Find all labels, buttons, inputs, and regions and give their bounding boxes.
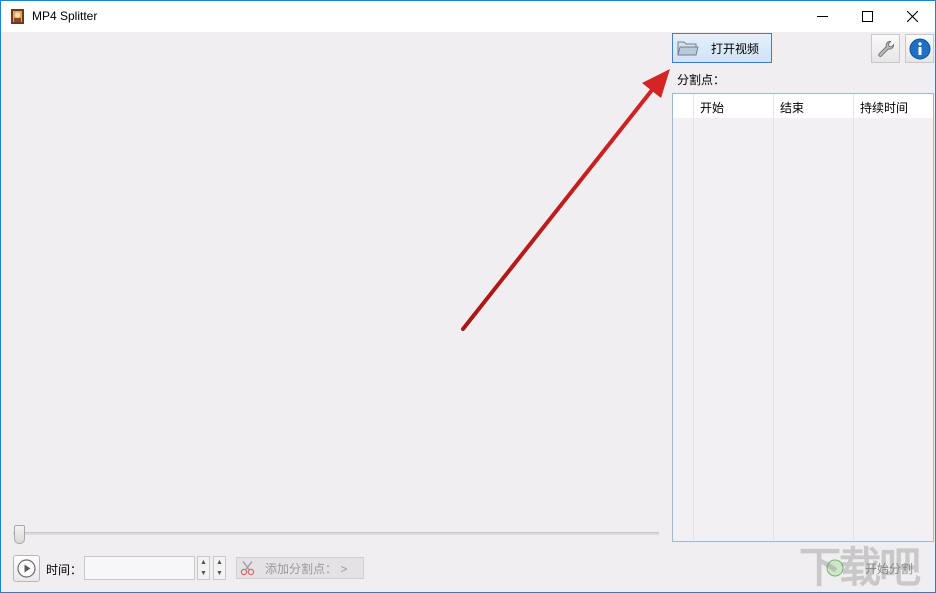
add-split-point-label: 添加分割点： > bbox=[265, 561, 348, 576]
window-title: MP4 Splitter bbox=[32, 9, 98, 23]
column-divider bbox=[693, 118, 694, 541]
column-header-end[interactable]: 结束 bbox=[774, 94, 854, 118]
close-icon bbox=[906, 11, 918, 22]
column-divider bbox=[773, 118, 774, 541]
timeline-slider-handle[interactable] bbox=[14, 525, 25, 544]
spin-up-arrow-icon[interactable]: ▲ bbox=[198, 557, 209, 568]
column-header-duration[interactable]: 持续时间 bbox=[854, 94, 933, 118]
column-divider bbox=[853, 118, 854, 541]
scissors-icon bbox=[240, 561, 255, 576]
maximize-button[interactable] bbox=[844, 1, 890, 32]
close-button[interactable] bbox=[889, 1, 935, 32]
open-folder-icon bbox=[677, 41, 699, 56]
column-header-start[interactable]: 开始 bbox=[694, 94, 774, 118]
wrench-icon bbox=[877, 40, 894, 57]
spin-down-arrow-icon[interactable]: ▼ bbox=[214, 568, 225, 579]
watermark: 下载吧 bbox=[799, 534, 935, 592]
info-icon bbox=[909, 38, 930, 59]
timeline-track[interactable] bbox=[13, 532, 659, 535]
time-label: 时间： bbox=[46, 563, 83, 577]
app-window: MP4 Splitter 打开视频 分割点： 开始 结束 持续时间 时间： ▲ … bbox=[0, 0, 936, 593]
minimize-button[interactable] bbox=[799, 1, 845, 32]
maximize-icon bbox=[861, 11, 873, 22]
spin-down-arrow-icon[interactable]: ▼ bbox=[198, 568, 209, 579]
time-spinner-hours[interactable]: ▲ ▼ bbox=[197, 556, 210, 580]
table-header: 开始 结束 持续时间 bbox=[673, 94, 933, 118]
title-bar: MP4 Splitter bbox=[1, 1, 935, 32]
open-video-label: 打开视频 bbox=[711, 41, 760, 56]
minimize-icon bbox=[816, 16, 828, 17]
info-button[interactable] bbox=[905, 34, 934, 63]
column-header-index[interactable] bbox=[673, 94, 694, 118]
watermark-text: 下载吧 bbox=[799, 543, 921, 592]
play-button[interactable] bbox=[13, 555, 40, 582]
time-input[interactable] bbox=[84, 556, 195, 580]
spin-up-arrow-icon[interactable]: ▲ bbox=[214, 557, 225, 568]
split-points-label: 分割点： bbox=[677, 73, 726, 87]
add-split-point-button[interactable]: 添加分割点： > bbox=[236, 557, 364, 579]
open-video-button[interactable]: 打开视频 bbox=[672, 33, 772, 63]
time-spinner-minutes[interactable]: ▲ ▼ bbox=[213, 556, 226, 580]
app-icon bbox=[11, 9, 24, 24]
play-icon bbox=[17, 559, 36, 578]
settings-button[interactable] bbox=[871, 34, 900, 63]
split-points-table[interactable]: 开始 结束 持续时间 bbox=[672, 93, 934, 542]
video-preview-area bbox=[2, 32, 664, 532]
